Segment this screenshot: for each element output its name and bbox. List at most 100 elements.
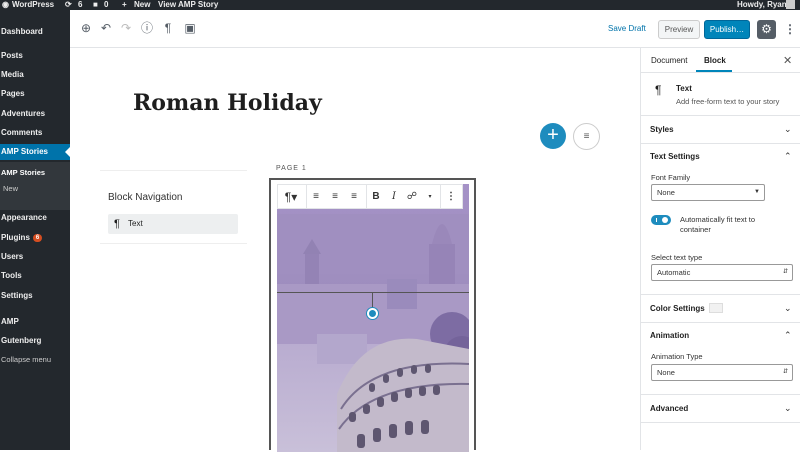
admin-bar: ◉ WordPress ⟳ 6 ■ 0 + New View AMP Story… [0,0,800,10]
font-family-select[interactable]: None ▼ [651,184,765,201]
menu-amp-stories[interactable]: AMP Stories [0,144,70,160]
chevron-down-icon[interactable]: ⌄ [784,303,792,314]
undo-icon[interactable]: ↶ [98,20,114,36]
close-icon[interactable]: ✕ [783,54,792,67]
paragraph-icon: ¶ [114,218,120,230]
plus-icon[interactable]: + [122,0,127,10]
updates-icon[interactable]: ⟳ [65,0,72,10]
menu-tools[interactable]: Tools [0,268,70,284]
text-settings-panel-title[interactable]: Text Settings [650,152,700,161]
menu-dashboard[interactable]: Dashboard [0,24,70,40]
autofit-toggle[interactable] [651,215,671,225]
block-navigation-item[interactable]: ¶ Text [108,214,238,234]
chevron-down-icon[interactable]: ⌄ [784,124,792,135]
divider [641,422,800,423]
comments-count[interactable]: 0 [104,0,108,10]
color-settings-panel-title[interactable]: Color Settings [650,304,705,313]
menu-plugins[interactable]: Plugins 6 [0,230,70,246]
font-family-label: Font Family [651,173,691,182]
menu-pages[interactable]: Pages [0,86,70,102]
menu-appearance[interactable]: Appearance [0,210,70,226]
block-navigation: Block Navigation ¶ Text [100,170,247,244]
chevron-down-icon: ▼ [754,189,760,195]
select-arrows-icon: ⇵ [782,369,788,375]
autofit-label: Automatically fit text to container [680,215,756,234]
submenu-new[interactable]: New [3,184,18,193]
block-navigation-title: Block Navigation [108,192,183,203]
align-center-icon[interactable]: ≡ [328,189,342,205]
bold-icon[interactable]: B [369,189,383,205]
more-options-icon[interactable]: ⋮ [784,20,796,39]
italic-icon[interactable]: I [387,189,401,205]
wordpress-logo-icon[interactable]: ◉ [2,0,9,10]
advanced-panel-title[interactable]: Advanced [650,404,688,413]
text-type-value: Automatic [657,268,691,277]
menu-users[interactable]: Users [0,249,70,265]
redo-icon[interactable]: ↷ [118,20,134,36]
admin-menu: Dashboard Posts Media Pages Adventures C… [0,10,70,450]
align-right-icon[interactable]: ≡ [347,189,361,205]
divider [641,394,800,395]
collapse-menu[interactable]: Collapse menu [0,352,70,368]
animation-panel-title[interactable]: Animation [650,331,689,340]
image-icon[interactable]: ▣ [182,20,198,36]
paragraph-icon[interactable]: ¶ [160,20,176,36]
animation-type-value: None [657,368,675,377]
styles-panel-title[interactable]: Styles [650,125,674,134]
toolbar-separator [366,185,367,209]
chevron-up-icon[interactable]: ⌃ [784,151,792,162]
block-toolbar: ¶▾ ≡ ≡ ≡ B I ☍ ▾ ⋮ [277,184,463,209]
block-type-paragraph-icon[interactable]: ¶▾ [280,189,302,205]
menu-plugins-label: Plugins [1,233,30,242]
align-left-icon[interactable]: ≡ [309,189,323,205]
color-indicator-swatch [709,303,723,313]
preview-button[interactable]: Preview [658,20,700,39]
resize-handle[interactable] [367,308,378,319]
publish-button[interactable]: Publish… [704,20,750,39]
animation-type-label: Animation Type [651,352,703,361]
updates-count[interactable]: 6 [78,0,82,10]
chevron-up-icon[interactable]: ⌃ [784,330,792,341]
settings-sidebar: Document Block ✕ ¶ Text Add free-form te… [640,48,800,450]
toolbar-separator [440,185,441,209]
block-more-options-icon[interactable]: ⋮ [444,189,458,205]
toolbar-separator [306,185,307,209]
menu-gutenberg[interactable]: Gutenberg [0,333,70,349]
tab-block[interactable]: Block [704,56,726,65]
site-name-link[interactable]: WordPress [12,0,54,10]
amp-stories-submenu: AMP Stories New [0,162,70,210]
save-draft-button[interactable]: Save Draft [608,24,646,33]
reorder-pages-icon[interactable]: ≡ [573,123,600,150]
post-title[interactable]: Roman Holiday [133,90,322,116]
tab-document[interactable]: Document [651,56,687,65]
page-label: PAGE 1 [276,165,307,172]
text-type-select[interactable]: Automatic ⇵ [651,264,793,281]
settings-gear-icon[interactable]: ⚙ [757,20,776,39]
comments-icon[interactable]: ■ [93,0,98,10]
editor-canvas: Roman Holiday + ≡ Block Navigation ¶ Tex… [70,48,640,452]
link-icon[interactable]: ☍ [405,189,419,205]
divider [641,322,800,323]
animation-type-select[interactable]: None ⇵ [651,364,793,381]
info-icon[interactable]: ⓘ [139,20,155,36]
menu-amp[interactable]: AMP [0,314,70,330]
more-formats-chevron-down-icon[interactable]: ▾ [425,189,435,205]
story-page[interactable]: ¶▾ ≡ ≡ ≡ B I ☍ ▾ ⋮ [269,178,476,452]
menu-settings[interactable]: Settings [0,288,70,304]
menu-adventures[interactable]: Adventures [0,106,70,122]
menu-posts[interactable]: Posts [0,48,70,64]
chevron-down-icon[interactable]: ⌄ [784,403,792,414]
block-navigation-item-label: Text [128,219,143,228]
divider [641,294,800,295]
view-story-link[interactable]: View AMP Story [158,0,218,10]
add-page-plus-icon[interactable]: + [540,123,566,149]
new-link[interactable]: New [134,0,150,10]
menu-comments[interactable]: Comments [0,125,70,141]
block-card-title: Text [676,84,692,93]
menu-media[interactable]: Media [0,67,70,83]
avatar[interactable] [786,0,795,9]
submenu-all-stories[interactable]: AMP Stories [1,168,45,177]
selected-text-block[interactable] [277,209,469,293]
add-block-icon[interactable]: ⊕ [78,20,94,36]
user-greeting[interactable]: Howdy, Ryan [737,0,787,10]
